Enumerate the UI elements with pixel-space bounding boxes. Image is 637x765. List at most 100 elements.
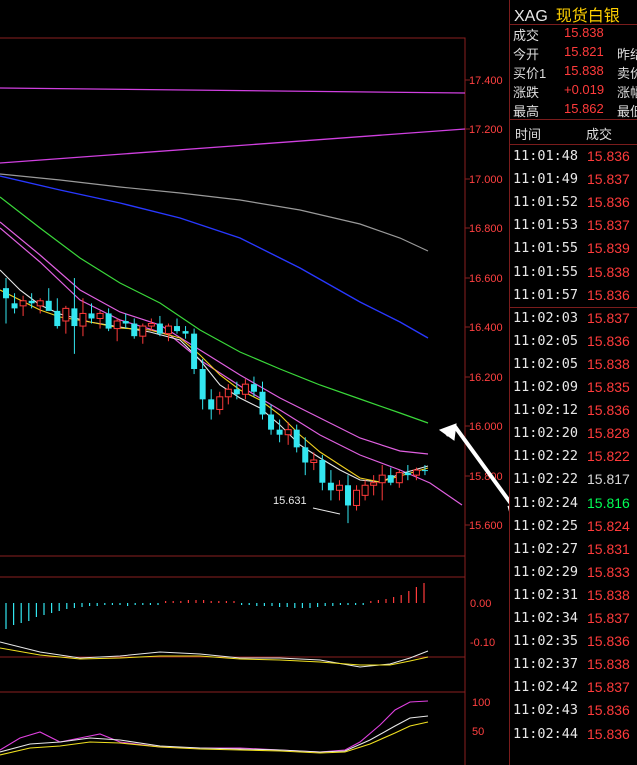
candle-body xyxy=(199,369,206,400)
trade-time: 11:02:03 xyxy=(513,309,579,326)
trade-time: 11:02:20 xyxy=(513,425,579,442)
candle-body xyxy=(174,326,180,332)
trade-price: 15.833 xyxy=(587,563,630,580)
candle-body xyxy=(353,489,361,506)
trade-price: 15.838 xyxy=(587,355,630,372)
quote-value: 15.821 xyxy=(564,44,604,59)
trade-price: 15.836 xyxy=(587,402,630,419)
candle-body xyxy=(276,429,283,435)
candle-body xyxy=(19,300,27,307)
kdj-k-line xyxy=(0,715,429,753)
price-tick-label: 16.600 xyxy=(469,273,503,285)
quote-label: 最高 xyxy=(513,104,540,119)
candle-body xyxy=(54,310,61,327)
quote-value: +0.019 xyxy=(564,82,605,97)
trade-price: 15.836 xyxy=(587,725,630,742)
candle-body xyxy=(96,312,104,319)
candle-body xyxy=(88,313,95,319)
divider xyxy=(510,144,637,145)
candle-body xyxy=(122,321,129,324)
candle-body xyxy=(105,313,112,329)
candle-body xyxy=(319,459,326,483)
candle-body xyxy=(250,384,257,392)
trade-time: 11:02:22 xyxy=(513,448,579,465)
candle-body xyxy=(131,323,138,337)
trade-time: 11:02:05 xyxy=(513,332,579,349)
trade-price: 15.836 xyxy=(587,332,630,349)
price-tick-label: 17.200 xyxy=(469,124,503,136)
trade-price: 15.836 xyxy=(587,633,630,650)
trade-time: 11:01:53 xyxy=(513,217,579,234)
quote-label: 今开 xyxy=(513,47,540,62)
quote-label: 涨跌 xyxy=(513,85,540,100)
divider xyxy=(510,119,637,120)
candle-body xyxy=(268,414,275,430)
candle-body xyxy=(216,396,224,410)
candle-body xyxy=(36,300,44,307)
trade-price: 15.835 xyxy=(587,379,630,395)
macd-dif-line xyxy=(0,641,429,668)
quote-value: 15.838 xyxy=(564,63,604,78)
trade-price: 15.836 xyxy=(587,702,630,719)
candle-body xyxy=(182,331,189,334)
ma-line-white xyxy=(0,269,429,483)
low-marker-line xyxy=(312,507,341,515)
candle-body xyxy=(208,399,215,410)
candle-body xyxy=(412,469,420,476)
divider xyxy=(510,306,637,308)
candle-body xyxy=(233,389,240,395)
macd-histogram xyxy=(5,583,425,629)
trade-time: 11:02:37 xyxy=(513,656,579,673)
quote-extra: 涨幅 xyxy=(617,85,637,100)
quote-label: 买价1 xyxy=(513,66,547,81)
quote-extra: 昨结 xyxy=(617,47,637,62)
trades-price-header: 成交 xyxy=(586,127,613,142)
price-tick-label: 15.600 xyxy=(469,520,503,532)
candle-body xyxy=(45,300,52,311)
candle-body xyxy=(224,388,232,398)
trade-price: 15.838 xyxy=(587,586,630,603)
price-tick-label: 16.800 xyxy=(469,223,503,235)
kline-chart[interactable]: 17.400 17.200 17.000 16.800 16.600 16.400 16.2… xyxy=(0,0,509,765)
ma-line-magenta-flat xyxy=(0,87,466,94)
ma-line-magenta-rising xyxy=(0,128,466,164)
candle-body xyxy=(156,323,163,334)
candle-body xyxy=(387,475,394,483)
trade-price: 15.837 xyxy=(587,217,630,234)
trade-time: 11:01:55 xyxy=(513,240,579,257)
trade-time: 11:02:29 xyxy=(513,563,579,580)
ma-line-pink-lower xyxy=(0,227,463,506)
macd-axis-0: 0.00 xyxy=(470,598,491,610)
trade-time: 11:02:12 xyxy=(513,402,579,419)
candle-body xyxy=(164,325,172,335)
ma-line-gray xyxy=(0,173,429,252)
trade-price: 15.822 xyxy=(587,448,630,465)
candle-body xyxy=(284,429,292,436)
kdj-j-line xyxy=(0,700,429,753)
trade-price: 15.831 xyxy=(587,540,630,557)
trade-time: 11:02:24 xyxy=(513,494,579,511)
candle-body xyxy=(421,470,428,472)
candle-body xyxy=(62,307,70,322)
trade-time: 11:02:31 xyxy=(513,586,579,603)
price-tick-label: 17.400 xyxy=(469,75,503,87)
low-price-label: 15.631 xyxy=(273,495,307,507)
candle-body xyxy=(327,482,334,491)
trade-price: 15.817 xyxy=(587,471,630,488)
trade-price: 15.838 xyxy=(587,656,630,673)
candle-body xyxy=(113,320,121,330)
candle-body xyxy=(79,312,87,327)
trade-price: 15.828 xyxy=(587,425,630,442)
candle-body xyxy=(3,288,9,299)
trade-price: 15.836 xyxy=(587,194,630,211)
trade-time: 11:01:57 xyxy=(513,286,579,303)
candle-body xyxy=(335,484,343,491)
trade-price: 15.836 xyxy=(587,148,630,164)
trade-time: 11:02:25 xyxy=(513,517,579,534)
price-tick-label: 16.200 xyxy=(469,372,503,384)
symbol-code: XAG xyxy=(514,8,548,25)
candle-body xyxy=(293,429,300,448)
trade-price: 15.838 xyxy=(587,263,630,280)
candle-body xyxy=(345,485,351,506)
candle-body xyxy=(395,472,403,484)
